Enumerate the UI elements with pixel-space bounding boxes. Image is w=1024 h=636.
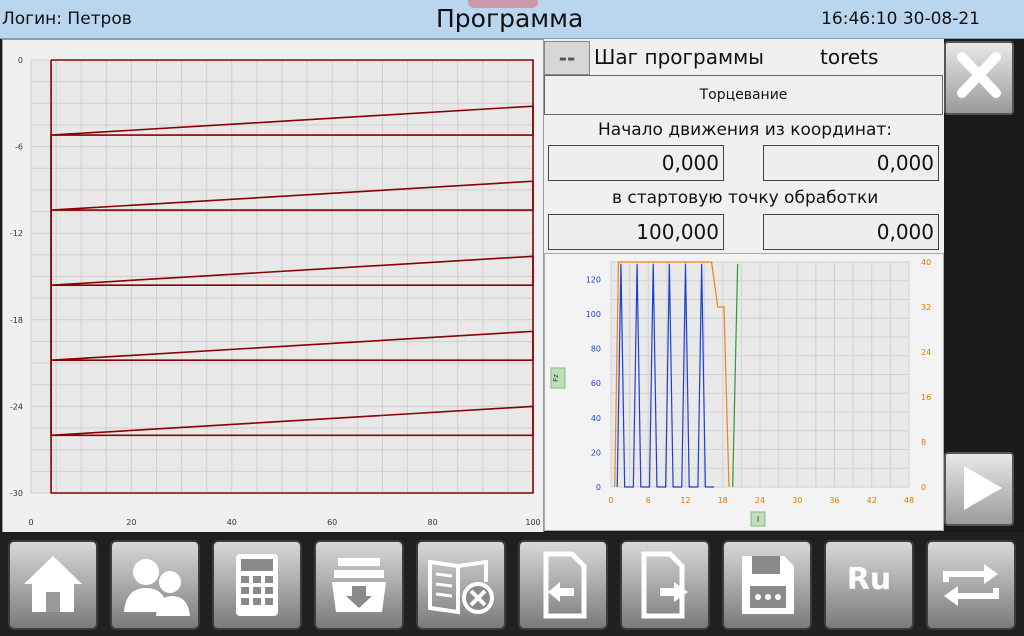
close-button[interactable] <box>944 41 1014 115</box>
calculator-button[interactable] <box>212 540 302 630</box>
step-description[interactable]: Торцевание <box>544 75 943 115</box>
swap-icon <box>943 564 999 606</box>
x-tick-label: 12 <box>680 496 690 505</box>
x-tick-label: 6 <box>646 496 651 505</box>
toolpath-plot: 0 20 40 60 80 100 0 -6 -12 -18 -24 -30 <box>2 39 544 533</box>
x-axis-label: I <box>757 515 759 524</box>
toolpath-chart: 0 20 40 60 80 100 0 -6 -12 -18 -24 -30 <box>10 56 541 527</box>
export-file-icon <box>641 551 688 619</box>
delete-book-icon <box>428 559 494 615</box>
target-coords-label: в стартовую точку обработки <box>612 188 879 208</box>
y-right-tick-label: 24 <box>921 348 931 357</box>
archive-download-button[interactable] <box>314 540 404 630</box>
y-left-tick-label: 120 <box>586 275 601 284</box>
x-tick-label: 40 <box>227 518 237 527</box>
y-left-tick-label: 40 <box>591 414 601 423</box>
users-button[interactable] <box>110 540 200 630</box>
delete-book-button[interactable] <box>416 540 506 630</box>
x-tick-label: 42 <box>867 496 877 505</box>
y-left-tick-label: 100 <box>586 310 601 319</box>
y-axis-label: Fz <box>552 374 560 382</box>
bottom-toolbar: Ru <box>0 532 1024 636</box>
title-bar: Логин: Петров Программа 16:46:10 30-08-2… <box>0 0 1024 39</box>
y-left-tick-label: 0 <box>596 483 601 492</box>
import-file-button[interactable] <box>518 540 608 630</box>
y-right-tick-label: 0 <box>921 483 926 492</box>
x-tick-label: 0 <box>28 518 33 527</box>
login-label: Логин: Петров <box>2 9 132 29</box>
x-tick-label: 24 <box>755 496 765 505</box>
step-select-button[interactable]: -- <box>544 41 590 75</box>
y-tick-label: -18 <box>10 316 23 325</box>
start-z-field[interactable]: 0,000 <box>763 145 939 181</box>
play-icon <box>964 466 1002 510</box>
x-tick-label: 48 <box>904 496 914 505</box>
save-button[interactable] <box>722 540 812 630</box>
import-file-icon <box>543 551 587 619</box>
x-tick-label: 0 <box>608 496 613 505</box>
x-tick-label: 36 <box>829 496 839 505</box>
step-name: torets <box>820 45 879 69</box>
y-right-tick-label: 40 <box>921 258 931 267</box>
y-right-tick-label: 32 <box>921 303 931 312</box>
y-left-tick-label: 60 <box>591 379 601 388</box>
y-left-tick-label: 20 <box>591 448 601 457</box>
y-tick-label: 0 <box>18 56 23 65</box>
y-right-tick-label: 16 <box>921 393 931 402</box>
x-tick-label: 100 <box>525 518 540 527</box>
target-x-field[interactable]: 100,000 <box>548 214 724 250</box>
y-tick-label: -30 <box>10 489 23 498</box>
save-icon <box>742 556 794 614</box>
x-tick-label: 20 <box>126 518 136 527</box>
target-z-field[interactable]: 0,000 <box>763 214 939 250</box>
start-x-field[interactable]: 0,000 <box>548 145 724 181</box>
force-chart: 0 6 12 18 24 30 36 42 48 0 20 40 60 80 100 120 0 8 16 24 32 4… <box>550 258 931 527</box>
close-icon <box>957 52 1001 98</box>
y-tick-label: -24 <box>10 402 23 411</box>
x-tick-label: 60 <box>327 518 337 527</box>
swap-button[interactable] <box>926 540 1016 630</box>
step-label: Шаг программы <box>594 45 764 69</box>
program-panel: -- Шаг программы torets Торцевание Начал… <box>544 39 944 531</box>
language-label: Ru <box>846 562 892 597</box>
page-title: Программа <box>436 4 584 33</box>
x-tick-label: 18 <box>718 496 728 505</box>
archive-download-icon <box>332 558 386 612</box>
y-left-tick-label: 80 <box>591 345 601 354</box>
export-file-button[interactable] <box>620 540 710 630</box>
play-button[interactable] <box>944 452 1014 526</box>
language-button[interactable]: Ru <box>824 540 914 630</box>
home-button[interactable] <box>8 540 98 630</box>
force-chart-panel: 0 6 12 18 24 30 36 42 48 0 20 40 60 80 100 120 0 8 16 24 32 4… <box>544 253 944 531</box>
datetime-label: 16:46:10 30-08-21 <box>821 9 980 29</box>
start-coords-label: Начало движения из координат: <box>598 120 893 140</box>
calculator-icon <box>236 554 278 616</box>
y-tick-label: -6 <box>15 143 23 152</box>
users-icon <box>124 559 190 616</box>
x-tick-label: 30 <box>792 496 802 505</box>
y-tick-label: -12 <box>10 229 23 238</box>
home-icon <box>24 556 82 612</box>
y-right-tick-label: 8 <box>921 438 926 447</box>
x-tick-label: 80 <box>428 518 438 527</box>
